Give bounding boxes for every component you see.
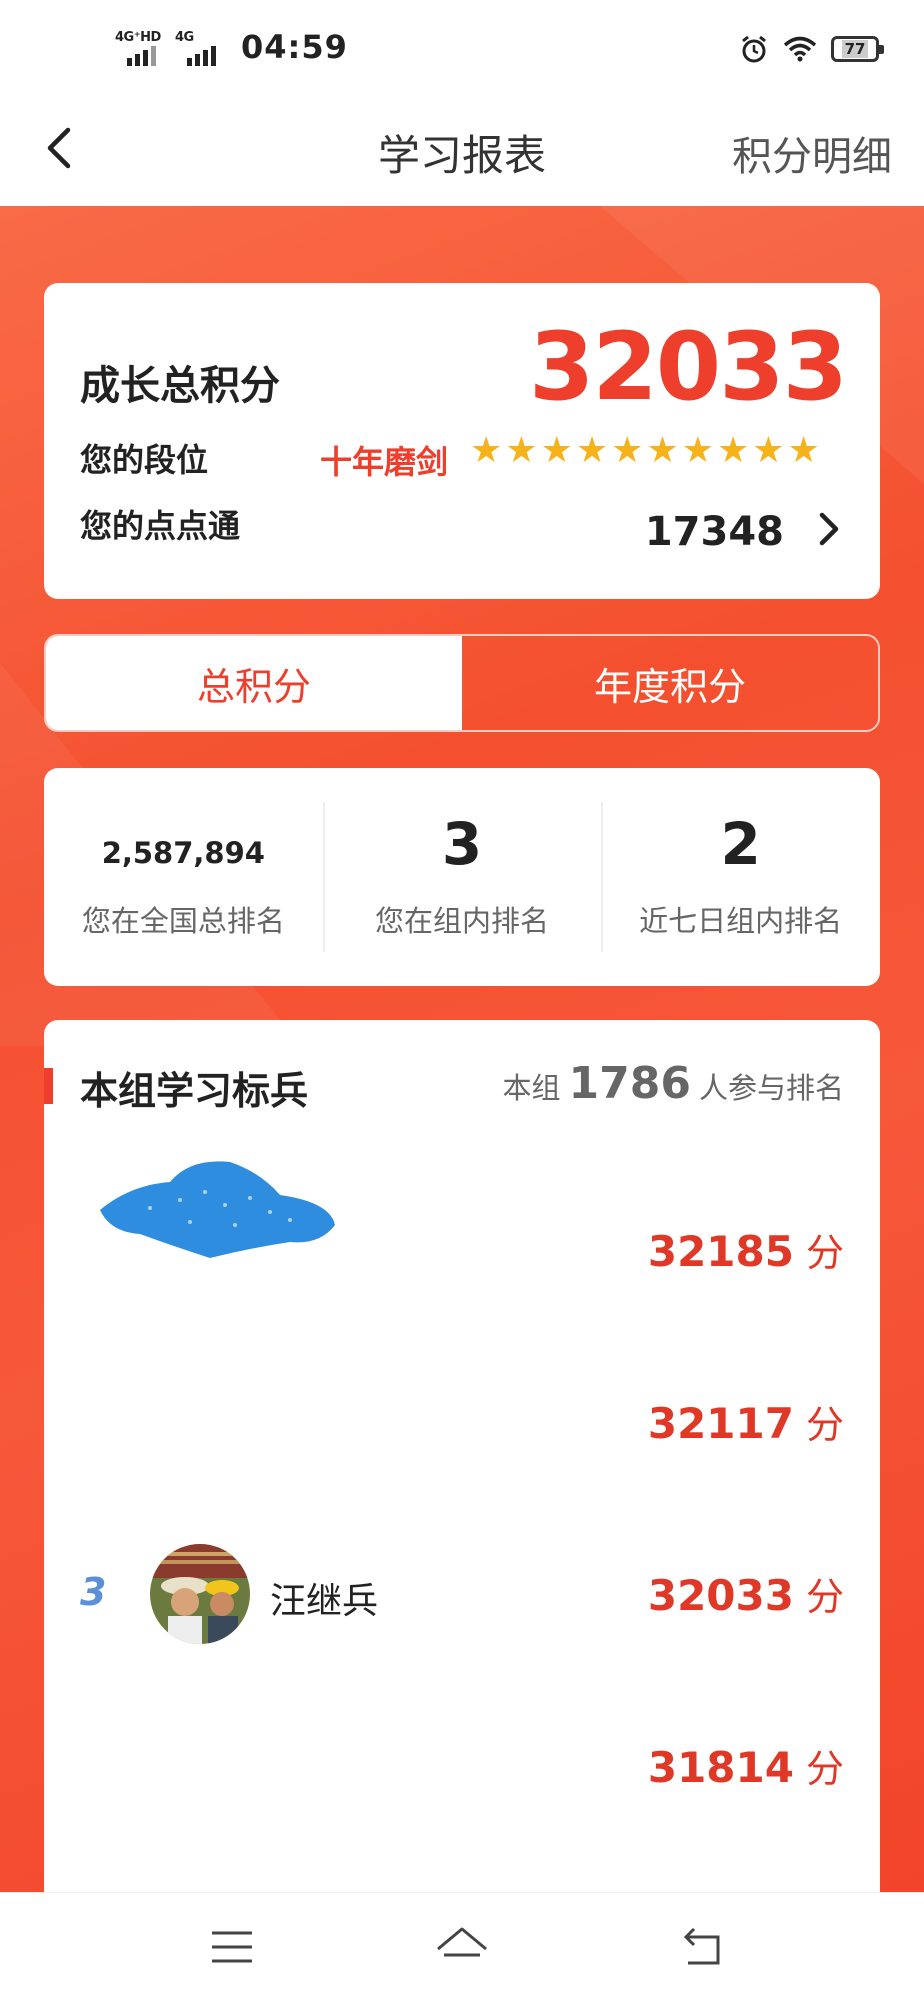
list-item-name: 汪继兵 bbox=[270, 1581, 379, 1622]
stat-group-rank: 3 您在组内排名 bbox=[322, 768, 602, 986]
list-item-score: 32033 分 bbox=[648, 1566, 844, 1621]
score-unit: 分 bbox=[805, 1403, 844, 1447]
status-time: 04:59 bbox=[241, 28, 348, 66]
list-item-rank: 3 bbox=[80, 1570, 107, 1614]
ranking-stats-card: 2,587,894 您在全国总排名 3 您在组内排名 2 近七日组内排名 bbox=[44, 768, 880, 986]
score-value: 32033 bbox=[647, 1571, 794, 1620]
score-value: 32185 bbox=[647, 1227, 794, 1276]
star-icon: ★ bbox=[611, 430, 644, 471]
leaderboard-card: 本组学习标兵 本组 1786 人参与排名 32185 分 32117 分 3 汪… bbox=[44, 1020, 880, 1920]
diandiantong-value[interactable]: 17348 bbox=[645, 509, 784, 555]
score-unit: 分 bbox=[805, 1231, 844, 1275]
wifi-icon bbox=[783, 36, 817, 62]
star-icon: ★ bbox=[752, 430, 785, 471]
signal-bars-icon bbox=[187, 46, 216, 66]
star-icon: ★ bbox=[540, 430, 573, 471]
cellular-signal-1: 4G⁺HD bbox=[115, 30, 165, 66]
score-unit: 分 bbox=[805, 1575, 844, 1619]
alarm-icon bbox=[742, 35, 766, 63]
list-item-score: 32117 分 bbox=[648, 1394, 844, 1449]
participants-count: 1786 bbox=[568, 1058, 691, 1109]
stat-national-rank: 2,587,894 您在全国总排名 bbox=[44, 768, 323, 986]
status-bar: 4G⁺HD 4G 04:59 77 bbox=[0, 0, 924, 100]
score-value: 31814 bbox=[647, 1743, 794, 1792]
status-right: 77 bbox=[739, 34, 884, 64]
score-value: 32117 bbox=[647, 1399, 794, 1448]
stat-weekly-group-rank: 2 近七日组内排名 bbox=[601, 768, 880, 986]
score-unit: 分 bbox=[805, 1747, 844, 1791]
points-detail-link[interactable]: 积分明细 bbox=[732, 124, 892, 182]
rank-label: 您的段位 bbox=[80, 441, 209, 479]
star-icon: ★ bbox=[575, 430, 609, 471]
home-icon[interactable] bbox=[432, 1919, 492, 1975]
system-nav-bar bbox=[0, 1892, 924, 2001]
battery-level: 77 bbox=[841, 40, 869, 58]
participants-suffix: 人参与排名 bbox=[698, 1071, 844, 1105]
national-rank-value: 2,587,894 bbox=[101, 836, 265, 870]
rank-stars: ★ ★ ★ ★ ★ ★ ★ ★ ★ ★ bbox=[470, 433, 820, 469]
star-icon: ★ bbox=[716, 430, 750, 471]
nav-bar: 学习报表 积分明细 bbox=[0, 100, 924, 206]
participants-summary: 本组 1786 人参与排名 bbox=[503, 1058, 845, 1109]
return-icon[interactable] bbox=[672, 1919, 732, 1975]
avatar bbox=[150, 1544, 250, 1644]
signal-bars-icon bbox=[127, 46, 156, 66]
star-icon: ★ bbox=[787, 430, 820, 471]
list-item[interactable]: 31814 分 bbox=[44, 1706, 880, 1826]
star-icon: ★ bbox=[681, 430, 714, 471]
group-rank-label: 您在组内排名 bbox=[375, 904, 550, 938]
menu-icon[interactable] bbox=[202, 1919, 262, 1975]
total-score-value: 32033 bbox=[528, 313, 848, 422]
participants-prefix: 本组 bbox=[502, 1071, 561, 1105]
group-rank-value: 3 bbox=[441, 810, 483, 878]
network-type-2: 4G bbox=[175, 30, 194, 45]
network-type-1: 4G⁺HD bbox=[115, 30, 161, 45]
national-rank-label: 您在全国总排名 bbox=[81, 904, 285, 938]
leaderboard-title: 本组学习标兵 bbox=[80, 1069, 309, 1113]
status-left: 4G⁺HD 4G 04:59 bbox=[115, 28, 348, 66]
rank-name: 十年磨剑 bbox=[320, 443, 449, 481]
star-icon: ★ bbox=[470, 430, 503, 471]
list-item-score: 32185 分 bbox=[648, 1222, 844, 1277]
tab-total-score[interactable]: 总积分 bbox=[46, 636, 462, 730]
avatar-image bbox=[150, 1544, 250, 1644]
cellular-signal-2: 4G bbox=[175, 30, 225, 66]
total-score-label: 成长总积分 bbox=[80, 363, 280, 409]
score-card: 成长总积分 32033 您的段位 十年磨剑 ★ ★ ★ ★ ★ ★ ★ ★ ★ ★ 您的点点通 1… bbox=[44, 283, 880, 599]
list-item[interactable]: 32185 分 bbox=[44, 1190, 880, 1310]
star-icon: ★ bbox=[505, 430, 538, 471]
list-item-current-user[interactable]: 3 汪继兵 32033 分 bbox=[44, 1534, 880, 1654]
battery-icon: 77 bbox=[831, 36, 884, 62]
weekly-group-rank-label: 近七日组内排名 bbox=[639, 904, 843, 938]
title-accent-bar bbox=[44, 1068, 53, 1104]
chevron-right-icon[interactable] bbox=[816, 509, 842, 549]
star-icon: ★ bbox=[646, 430, 679, 471]
score-tabs: 总积分 年度积分 bbox=[44, 634, 880, 732]
list-item-score: 31814 分 bbox=[648, 1738, 844, 1793]
list-item[interactable]: 32117 分 bbox=[44, 1362, 880, 1482]
diandiantong-label: 您的点点通 bbox=[80, 507, 241, 545]
weekly-group-rank-value: 2 bbox=[720, 810, 761, 878]
tab-annual-score[interactable]: 年度积分 bbox=[462, 636, 878, 730]
